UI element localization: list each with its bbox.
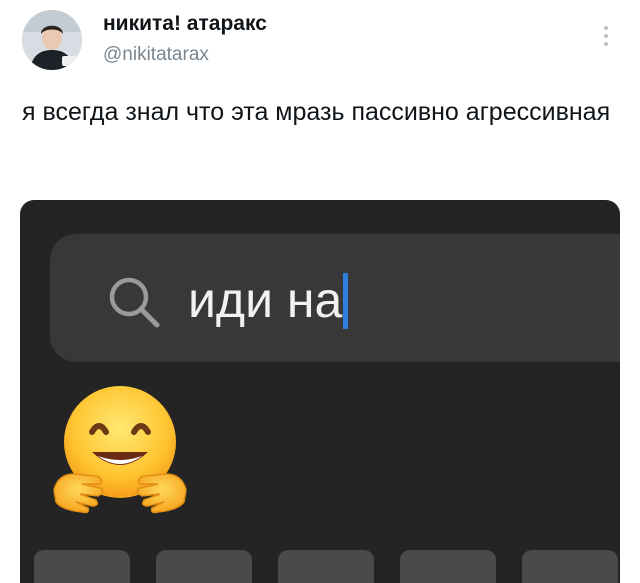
avatar[interactable]	[22, 10, 82, 70]
username-handle[interactable]: @nikitatarax	[103, 44, 209, 66]
hugging-face-emoji	[52, 382, 188, 518]
display-name[interactable]: никита! атаракс	[103, 12, 267, 36]
tweet: никита! атаракс @nikitatarax я всегда зн…	[0, 0, 640, 583]
text-caret	[343, 273, 349, 329]
tweet-text: я всегда знал что эта мразь пассивно агр…	[22, 98, 611, 126]
search-query-text: иди на	[188, 272, 343, 328]
attached-screenshot[interactable]: иди на	[20, 200, 620, 583]
search-icon	[107, 275, 163, 331]
keyboard-key[interactable]	[278, 550, 374, 583]
keyboard-key[interactable]	[156, 550, 252, 583]
more-vertical-icon[interactable]	[599, 22, 613, 50]
search-field: иди на	[50, 234, 620, 362]
keyboard-key[interactable]	[34, 550, 130, 583]
keyboard-key[interactable]	[400, 550, 496, 583]
search-query: иди на	[188, 270, 349, 330]
keyboard-key[interactable]	[522, 550, 618, 583]
